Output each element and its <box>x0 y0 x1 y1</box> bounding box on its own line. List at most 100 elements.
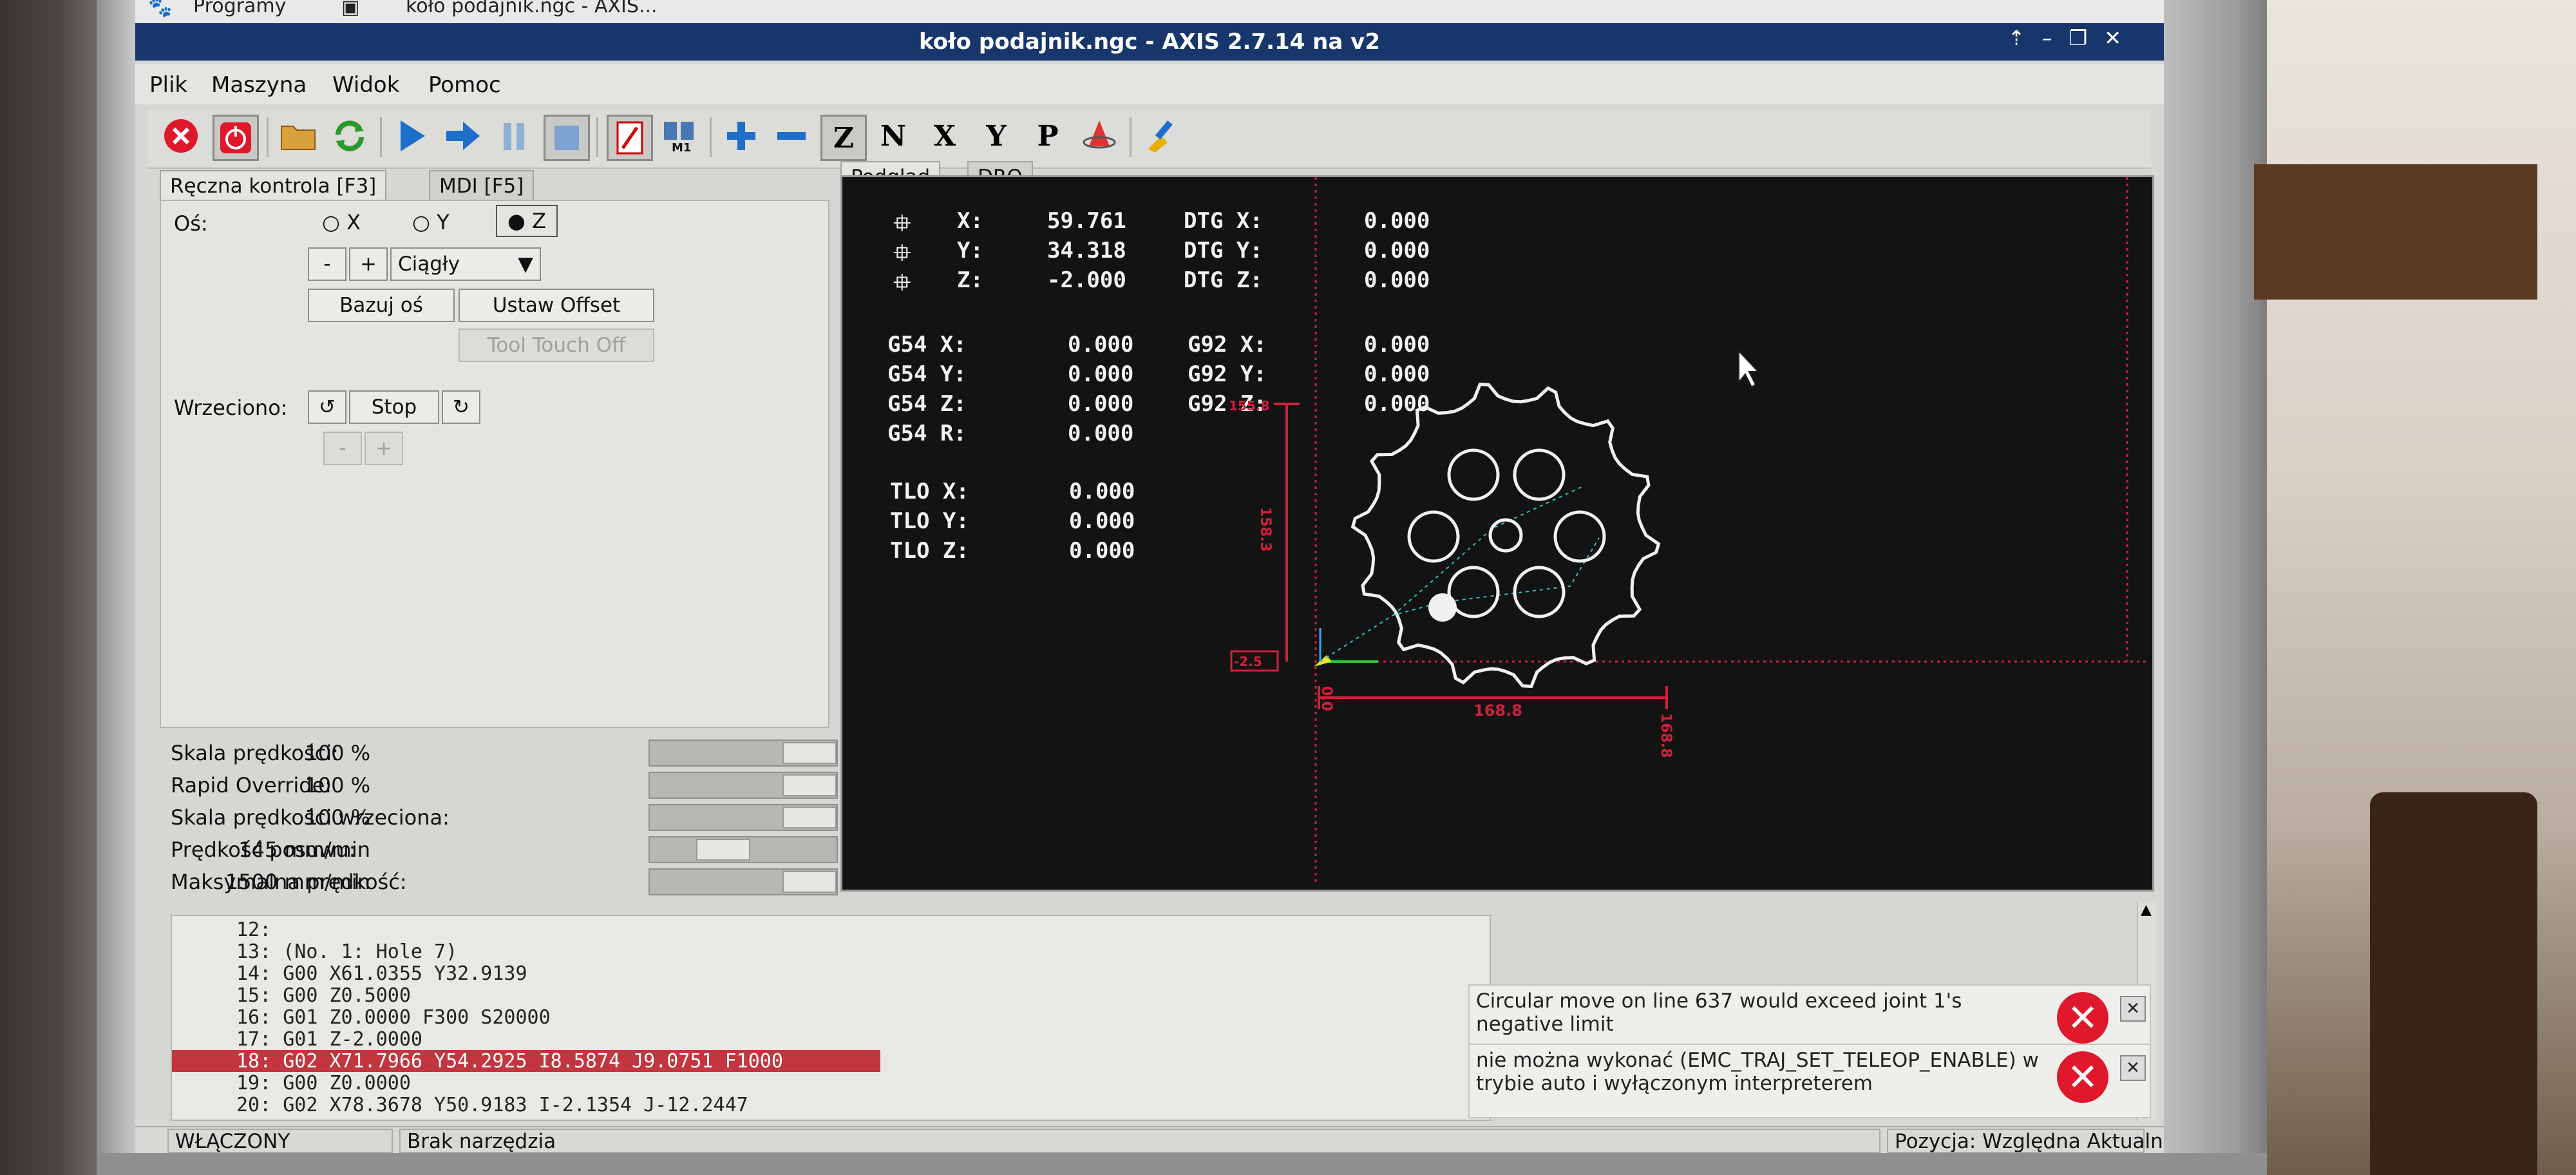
spindle-label: Wrzeciono: <box>174 396 288 420</box>
spindle-cw-icon[interactable]: ↻ <box>442 390 480 424</box>
gcode-line-number: 14: <box>236 962 272 985</box>
window-switcher-icon[interactable]: ▣ <box>341 0 359 19</box>
close-message-button[interactable]: ✕ <box>2120 996 2146 1022</box>
taskbar-task[interactable]: koło podajnik.ngc - AXIS... <box>406 0 658 17</box>
open-icon[interactable] <box>277 115 319 157</box>
gcode-listing[interactable]: 12: 13: (No. 1: Hole 7) 14: G00 X61.0355 … <box>171 915 1491 1121</box>
gcode-line[interactable]: 16: G01 Z0.0000 F300 S20000 <box>172 1006 880 1029</box>
clear-icon[interactable] <box>1140 115 1182 157</box>
error-icon: ✕ <box>2057 1051 2108 1103</box>
spindle-slower-button[interactable]: - <box>323 432 362 465</box>
menubar: Plik Maszyna Widok Pomoc <box>135 64 2164 104</box>
hole <box>1513 566 1566 618</box>
background-left <box>0 0 97 1175</box>
jog-plus-button[interactable]: + <box>349 247 388 281</box>
close-message-button[interactable]: ✕ <box>2120 1055 2146 1081</box>
gcode-line-number: 13: <box>236 941 272 963</box>
menu-pomoc[interactable]: Pomoc <box>428 72 501 98</box>
override-panel: Skala prędkości: 100 % Rapid Override: 100 … <box>164 733 838 907</box>
override-slider[interactable] <box>649 772 838 799</box>
chevron-down-icon: ▼ <box>518 253 533 276</box>
close-icon[interactable]: ✕ <box>2104 26 2138 50</box>
gcode-line[interactable]: 12: <box>172 919 880 941</box>
view-x-icon[interactable]: X <box>923 115 966 157</box>
gcode-line-active[interactable]: 18: G02 X71.7966 Y54.2925 I8.5874 J9.075… <box>172 1050 880 1073</box>
gcode-line[interactable]: 17: G01 Z-2.0000 <box>172 1028 880 1051</box>
stop-icon[interactable] <box>544 115 590 161</box>
gcode-line[interactable]: 14: G00 X61.0355 Y32.9139 <box>172 962 880 985</box>
override-value: 100 % <box>305 741 370 765</box>
gcode-line-number: 16: <box>236 1006 272 1029</box>
gcode-line-text: (No. 1: Hole 7) <box>283 941 458 963</box>
zoom-in-icon[interactable] <box>720 115 762 157</box>
zoom-out-icon[interactable] <box>770 115 813 157</box>
view-z-icon[interactable]: Z <box>820 115 867 161</box>
slider-thumb[interactable] <box>782 807 837 828</box>
preview-canvas[interactable]: ⯐ X: 59.761 DTG X: 0.000 ⯐ Y: 34.318 DTG Y: 0.000… <box>840 175 2154 892</box>
rotate-icon[interactable] <box>1078 115 1121 157</box>
status-bar: WŁĄCZONY Brak narzędzia Pozycja: Względn… <box>135 1126 2164 1153</box>
step-icon[interactable] <box>442 115 484 157</box>
gcode-line[interactable]: 13: (No. 1: Hole 7) <box>172 941 880 963</box>
axis-radio-z[interactable]: ● Z <box>496 205 558 237</box>
gcode-line-text: G00 Z0.5000 <box>283 984 411 1007</box>
gcode-line-number: 20: <box>236 1094 272 1116</box>
slider-thumb[interactable] <box>782 871 837 893</box>
power-icon[interactable] <box>213 115 259 161</box>
apps-menu-icon[interactable]: 🐾 <box>148 0 172 19</box>
jog-mode-select[interactable]: Ciągły ▼ <box>390 247 541 281</box>
optional-stop-icon[interactable]: M1 <box>658 115 701 157</box>
slider-thumb[interactable] <box>782 742 837 764</box>
tab-manual[interactable]: Ręczna kontrola [F3] <box>160 170 387 201</box>
set-offset-button[interactable]: Ustaw Offset <box>459 289 654 322</box>
scroll-up-icon[interactable]: ▲ <box>2141 902 2152 918</box>
slider-thumb[interactable] <box>782 774 837 796</box>
menu-plik[interactable]: Plik <box>149 72 187 98</box>
override-value: 100 % <box>305 773 370 798</box>
run-icon[interactable] <box>390 115 433 157</box>
jog-minus-button[interactable]: - <box>308 247 346 281</box>
override-slider[interactable] <box>649 868 838 895</box>
override-value: 1500 mm/min <box>225 870 370 894</box>
menu-maszyna[interactable]: Maszyna <box>211 72 307 98</box>
gcode-line-number: 12: <box>236 919 272 941</box>
spindle-stop-button[interactable]: Stop <box>349 390 439 424</box>
slider-thumb[interactable] <box>696 839 750 861</box>
wheel-outline <box>1350 382 1661 689</box>
axis-radio-y[interactable]: ○ Y <box>412 210 450 234</box>
gcode-line[interactable]: 20: G02 X78.3678 Y50.9183 I-2.1354 J-12.… <box>172 1094 880 1116</box>
view-y-icon[interactable]: Y <box>975 115 1018 157</box>
maximize-icon[interactable]: ⇡ <box>2008 26 2042 50</box>
pause-icon[interactable] <box>493 115 536 157</box>
menu-widok[interactable]: Widok <box>332 72 399 98</box>
minimize-icon[interactable]: – <box>2042 26 2069 50</box>
override-slider[interactable] <box>649 740 838 767</box>
estop-icon[interactable] <box>160 115 202 157</box>
svg-text:M1: M1 <box>672 141 691 154</box>
screen: 🐾 Programy ▣ koło podajnik.ngc - AXIS...… <box>135 0 2164 1153</box>
override-slider[interactable] <box>649 804 838 831</box>
spindle-ccw-icon[interactable]: ↺ <box>308 390 346 424</box>
view-z2-icon[interactable]: N <box>872 115 914 157</box>
reload-icon[interactable] <box>328 115 371 157</box>
override-slider[interactable] <box>649 836 838 863</box>
gcode-line[interactable]: 19: G00 Z0.0000 <box>172 1072 880 1094</box>
tool-status: Brak narzędzia <box>399 1129 1880 1153</box>
hole <box>1447 448 1500 501</box>
override-value: 100 % <box>305 805 370 830</box>
tool-touch-off-button[interactable]: Tool Touch Off <box>459 329 654 362</box>
spindle-faster-button[interactable]: + <box>365 432 403 465</box>
restore-icon[interactable]: ❐ <box>2069 26 2105 50</box>
view-p-icon[interactable]: P <box>1027 115 1069 157</box>
apps-menu[interactable]: Programy <box>193 0 286 17</box>
tab-mdi[interactable]: MDI [F5] <box>429 170 535 201</box>
machine-state: WŁĄCZONY <box>167 1129 393 1153</box>
axis-radio-x[interactable]: ○ X <box>322 210 361 234</box>
gcode-line-text: G01 Z0.0000 F300 S20000 <box>283 1006 551 1029</box>
override-value: 145 mm/min <box>238 837 370 862</box>
bucket <box>2370 792 2537 1175</box>
home-axis-button[interactable]: Bazuj oś <box>308 289 455 322</box>
gcode-line[interactable]: 15: G00 Z0.5000 <box>172 984 880 1007</box>
gcode-line-number: 18: <box>236 1050 272 1073</box>
block-delete-icon[interactable] <box>607 115 653 161</box>
